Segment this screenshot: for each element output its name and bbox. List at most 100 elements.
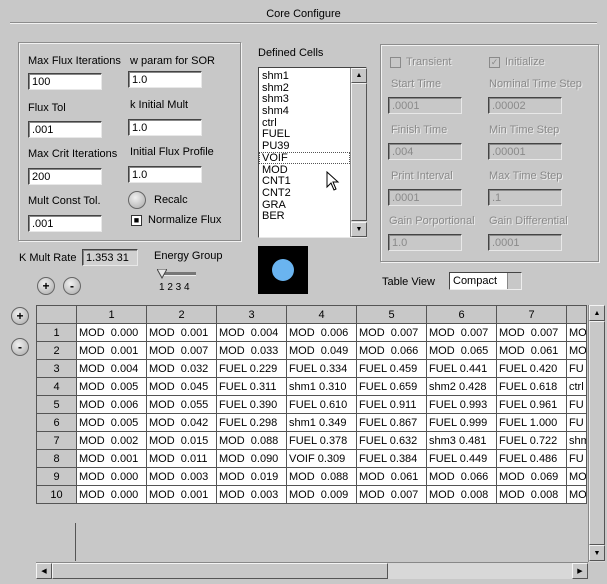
table-cell[interactable]: MOD 0.000 <box>76 485 147 504</box>
max-crit-iterations-input[interactable]: 200 <box>28 168 102 185</box>
table-cell-partial[interactable]: ctrl ( <box>566 377 587 396</box>
row-header[interactable]: 6 <box>36 413 77 432</box>
table-cell[interactable]: FUEL 0.384 <box>356 449 427 468</box>
scroll-down-arrow-icon[interactable]: ▼ <box>351 222 367 237</box>
table-hscroll-thumb[interactable] <box>52 563 388 579</box>
min-time-step-input[interactable]: .00001 <box>488 143 562 160</box>
table-cell[interactable]: MOD 0.088 <box>216 431 287 450</box>
table-cell[interactable]: FUEL 0.311 <box>216 377 287 396</box>
table-cell[interactable]: MOD 0.007 <box>426 323 497 342</box>
table-cell[interactable]: MOD 0.004 <box>76 359 147 378</box>
column-header[interactable]: 7 <box>496 305 567 324</box>
table-cell[interactable]: FUEL 0.722 <box>496 431 567 450</box>
defined-cell-item[interactable]: FUEL <box>259 128 350 141</box>
row-header[interactable]: 8 <box>36 449 77 468</box>
defined-cells-scrollbar[interactable]: ▲ ▼ <box>350 68 367 237</box>
table-cell[interactable]: MOD 0.007 <box>356 485 427 504</box>
table-cell[interactable]: FUEL 0.229 <box>216 359 287 378</box>
table-cell[interactable]: MOD 0.000 <box>76 323 147 342</box>
table-cell[interactable]: MOD 0.066 <box>356 341 427 360</box>
table-cell-partial[interactable]: FU <box>566 359 587 378</box>
table-vscroll-thumb[interactable] <box>589 321 605 545</box>
initialize-checkbox[interactable]: ✓ <box>489 57 500 68</box>
initial-flux-profile-input[interactable]: 1.0 <box>128 166 202 183</box>
table-cell[interactable]: MOD 0.061 <box>496 341 567 360</box>
row-header[interactable]: 4 <box>36 377 77 396</box>
table-cell[interactable]: MOD 0.019 <box>216 467 287 486</box>
table-cell[interactable]: MOD 0.007 <box>146 341 217 360</box>
defined-cell-item[interactable]: shm4 <box>259 105 350 117</box>
table-cell[interactable]: MOD 0.001 <box>146 323 217 342</box>
table-cell[interactable]: MOD 0.015 <box>146 431 217 450</box>
table-cell[interactable]: FUEL 0.449 <box>426 449 497 468</box>
table-cell[interactable]: MOD 0.042 <box>146 413 217 432</box>
table-cell[interactable]: MOD 0.001 <box>76 449 147 468</box>
table-cell-partial[interactable]: MO <box>566 323 587 342</box>
column-header[interactable]: 4 <box>286 305 357 324</box>
table-view-dropdown[interactable]: Compact <box>449 272 522 290</box>
flux-table[interactable]: 1 2 3 4 5 6 7 1 MOD 0.000 MOD 0.001 MOD 0.004 MOD 0… <box>36 305 588 561</box>
table-cell[interactable]: MOD 0.033 <box>216 341 287 360</box>
table-cell[interactable]: FUEL 1.000 <box>496 413 567 432</box>
defined-cell-item[interactable]: shm1 <box>259 70 350 82</box>
gain-proportional-input[interactable]: 1.0 <box>388 234 462 251</box>
table-horizontal-scrollbar[interactable]: ◀ ▶ <box>36 562 588 579</box>
table-cell-partial[interactable]: shm <box>566 431 587 450</box>
gain-differential-input[interactable]: .0001 <box>488 234 562 251</box>
table-cell[interactable]: MOD 0.004 <box>216 323 287 342</box>
table-scroll-down-arrow-icon[interactable]: ▼ <box>589 545 605 561</box>
table-cell[interactable]: FUEL 0.390 <box>216 395 287 414</box>
scroll-thumb[interactable] <box>351 83 367 221</box>
print-interval-input[interactable]: .0001 <box>388 189 462 206</box>
table-cell[interactable]: FUEL 0.486 <box>496 449 567 468</box>
row-zoom-in-button[interactable]: + <box>11 307 29 325</box>
table-cell[interactable]: FUEL 0.298 <box>216 413 287 432</box>
row-header[interactable]: 9 <box>36 467 77 486</box>
table-cell[interactable]: FUEL 0.334 <box>286 359 357 378</box>
energy-group-slider[interactable]: 1 2 3 4 <box>156 267 200 297</box>
normalize-flux-checkbox[interactable]: ■ <box>131 215 142 226</box>
zoom-in-button[interactable]: + <box>37 277 55 295</box>
table-cell[interactable]: MOD 0.055 <box>146 395 217 414</box>
table-scroll-left-arrow-icon[interactable]: ◀ <box>36 563 52 579</box>
defined-cell-item[interactable]: shm3 <box>259 93 350 106</box>
table-cell-partial[interactable]: MO <box>566 467 587 486</box>
table-cell-partial[interactable]: MO <box>566 485 587 504</box>
table-cell-partial[interactable]: FU <box>566 449 587 468</box>
column-header[interactable]: 2 <box>146 305 217 324</box>
table-cell[interactable]: MOD 0.003 <box>216 485 287 504</box>
table-cell[interactable]: FUEL 0.610 <box>286 395 357 414</box>
table-cell[interactable]: MOD 0.006 <box>286 323 357 342</box>
table-cell[interactable]: MOD 0.009 <box>286 485 357 504</box>
defined-cell-item[interactable]: PU39 <box>259 140 350 152</box>
table-cell[interactable]: MOD 0.011 <box>146 449 217 468</box>
table-cell[interactable]: MOD 0.001 <box>76 341 147 360</box>
table-cell[interactable]: MOD 0.001 <box>146 485 217 504</box>
defined-cells-list[interactable]: shm1 shm2 shm3 shm4 ctrl FUEL PU39 VOIF MOD CNT1 C… <box>258 67 367 238</box>
table-cell[interactable]: MOD 0.090 <box>216 449 287 468</box>
table-cell[interactable]: FUEL 0.961 <box>496 395 567 414</box>
max-time-step-input[interactable]: .1 <box>488 189 562 206</box>
table-cell-partial[interactable]: FU <box>566 395 587 414</box>
table-cell[interactable]: FUEL 0.867 <box>356 413 427 432</box>
table-cell[interactable]: MOD 0.006 <box>76 395 147 414</box>
table-cell[interactable]: FUEL 0.441 <box>426 359 497 378</box>
table-cell[interactable]: FUEL 0.420 <box>496 359 567 378</box>
table-cell[interactable]: FUEL 0.618 <box>496 377 567 396</box>
table-cell[interactable]: VOIF 0.309 <box>286 449 357 468</box>
table-cell[interactable]: MOD 0.088 <box>286 467 357 486</box>
defined-cell-item[interactable]: ctrl <box>259 117 350 129</box>
table-cell[interactable]: MOD 0.007 <box>356 323 427 342</box>
table-cell[interactable]: MOD 0.008 <box>496 485 567 504</box>
defined-cell-item[interactable]: BER <box>259 210 350 222</box>
row-header[interactable]: 2 <box>36 341 77 360</box>
column-header-partial[interactable] <box>566 305 587 324</box>
column-header[interactable]: 3 <box>216 305 287 324</box>
table-cell[interactable]: shm2 0.428 <box>426 377 497 396</box>
table-cell[interactable]: MOD 0.061 <box>356 467 427 486</box>
table-cell[interactable]: MOD 0.045 <box>146 377 217 396</box>
table-cell[interactable]: MOD 0.005 <box>76 413 147 432</box>
row-zoom-out-button[interactable]: - <box>11 338 29 356</box>
nominal-time-step-input[interactable]: .00002 <box>488 97 562 114</box>
flux-tol-input[interactable]: .001 <box>28 121 102 138</box>
